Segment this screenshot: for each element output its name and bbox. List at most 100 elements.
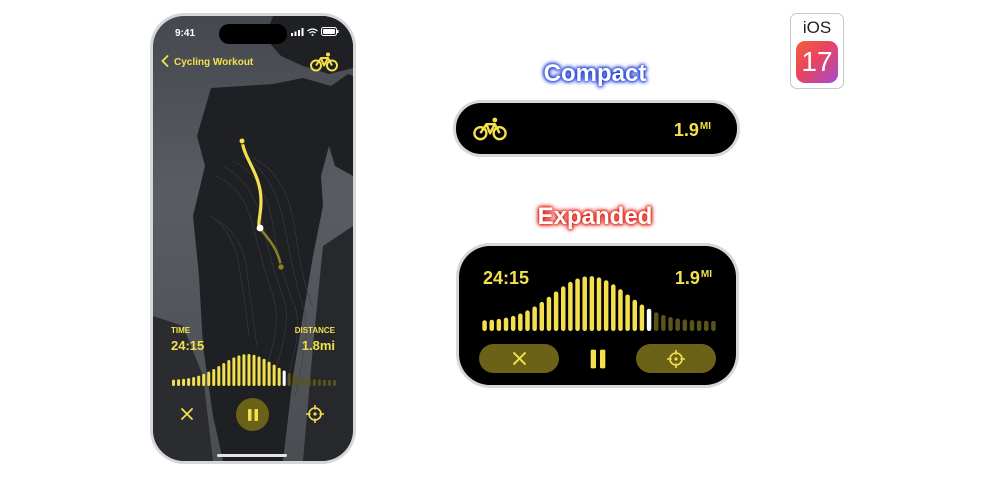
progress-bar <box>625 294 630 331</box>
signal-icon <box>291 27 304 36</box>
progress-bar <box>596 277 602 331</box>
progress-bar <box>546 296 552 331</box>
expanded-progress-bars <box>482 276 716 331</box>
ios-badge-version: 17 <box>796 41 838 83</box>
close-icon <box>181 408 193 420</box>
progress-bar <box>582 276 587 331</box>
navigation-bar: Cycling Workout <box>153 52 353 80</box>
workout-screen: 9:41 Cycling Workout TIME 24:15 DISTANCE… <box>153 16 353 461</box>
route-map[interactable] <box>153 16 353 461</box>
back-button[interactable] <box>161 55 169 70</box>
progress-bar <box>272 364 276 386</box>
chevron-left-icon <box>161 55 169 67</box>
ios-badge-os: iOS <box>802 18 832 37</box>
progress-bar <box>603 280 609 331</box>
expanded-heading: Expanded <box>537 203 653 230</box>
progress-bar <box>560 286 566 331</box>
progress-bar <box>489 319 494 331</box>
expanded-live-activity-body: 24:15 1.9MI <box>459 246 736 385</box>
progress-bar <box>689 320 695 331</box>
progress-bar <box>696 320 702 331</box>
progress-bar <box>482 320 487 331</box>
compact-distance-value: 1.9 <box>673 120 699 140</box>
pause-button[interactable] <box>236 398 269 431</box>
progress-bar <box>217 366 221 386</box>
status-bar: 9:41 <box>153 16 353 48</box>
progress-bar <box>297 376 301 386</box>
progress-bar <box>227 360 231 386</box>
progress-bar <box>212 368 216 386</box>
expanded-end-button[interactable] <box>479 344 559 373</box>
progress-bar <box>197 375 201 386</box>
progress-bar <box>682 319 688 331</box>
progress-bar <box>177 379 181 386</box>
progress-bar <box>553 291 559 331</box>
expanded-live-activity[interactable]: 24:15 1.9MI <box>456 243 739 388</box>
progress-bar <box>317 379 321 386</box>
progress-bar <box>661 314 666 331</box>
progress-bar <box>668 316 673 331</box>
progress-bar <box>704 320 709 331</box>
progress-bar <box>611 284 616 331</box>
progress-bar <box>503 317 509 331</box>
expanded-locate-button[interactable] <box>636 344 716 373</box>
progress-bar <box>632 299 638 331</box>
progress-bar <box>232 357 236 386</box>
progress-bar <box>252 354 256 386</box>
progress-bar <box>532 306 537 331</box>
progress-bar <box>242 354 246 386</box>
compact-live-activity-body: 1.9MI <box>456 103 737 154</box>
compact-heading: Compact <box>543 60 647 87</box>
progress-bar <box>639 304 645 331</box>
progress-bar <box>568 281 573 331</box>
route-end-marker <box>277 263 285 271</box>
status-time: 9:41 <box>175 28 196 39</box>
progress-bar <box>653 312 659 331</box>
distance-label: DISTANCE <box>294 326 335 335</box>
bicycle-icon <box>310 52 338 72</box>
progress-bar <box>282 370 286 386</box>
progress-bar <box>182 378 186 386</box>
progress-bar <box>518 313 523 331</box>
progress-bar <box>322 379 326 386</box>
pause-icon <box>590 349 606 368</box>
battery-icon <box>321 27 339 36</box>
compact-live-activity[interactable]: 1.9MI <box>453 100 740 157</box>
progress-bar <box>327 379 331 386</box>
home-indicator[interactable] <box>217 454 287 457</box>
progress-bar <box>292 374 296 386</box>
locate-button[interactable] <box>303 402 327 426</box>
status-icons <box>291 27 339 36</box>
progress-bar <box>287 372 291 386</box>
progress-bar <box>575 278 580 331</box>
pause-icon <box>247 408 258 421</box>
progress-bar <box>646 308 652 331</box>
progress-bar <box>187 378 191 386</box>
page-title: Cycling Workout <box>174 57 254 68</box>
progress-bar <box>618 289 623 331</box>
compact-distance: 1.9MI <box>674 120 711 141</box>
progress-bar <box>525 310 530 331</box>
progress-bar <box>312 379 316 386</box>
progress-bar <box>539 301 545 331</box>
progress-bar <box>307 378 311 386</box>
end-workout-button[interactable] <box>175 402 199 426</box>
progress-bar <box>222 362 226 386</box>
progress-bar <box>332 379 336 386</box>
distance-value: 1.8mi <box>301 338 335 353</box>
compact-distance-unit: MI <box>699 121 711 132</box>
progress-bar <box>496 318 502 331</box>
progress-bar <box>207 371 211 386</box>
progress-bar <box>589 276 595 331</box>
progress-bar <box>172 379 176 386</box>
crosshair-icon <box>306 405 324 423</box>
time-value: 24:15 <box>171 338 205 353</box>
progress-bar <box>277 367 281 386</box>
progress-bar <box>237 355 241 386</box>
phone-mockup: 9:41 Cycling Workout TIME 24:15 DISTANCE… <box>150 13 356 464</box>
expanded-pause-button[interactable] <box>584 344 612 373</box>
progress-bar <box>267 361 271 386</box>
progress-bar <box>302 377 306 386</box>
wifi-icon <box>307 27 318 36</box>
progress-bar <box>247 354 251 386</box>
